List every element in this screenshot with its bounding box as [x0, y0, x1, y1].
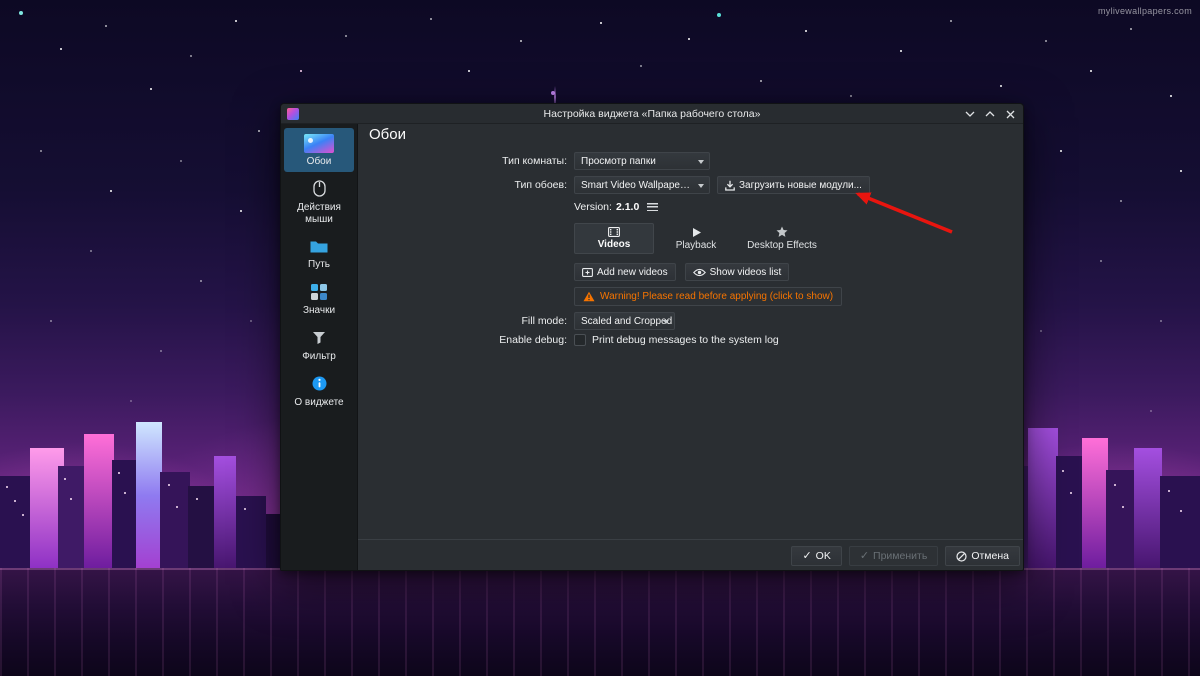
- version-value: 2.1.0: [615, 201, 640, 213]
- wallpaper-type-select[interactable]: Smart Video Wallpaper Reborn: [574, 176, 710, 194]
- play-icon: [692, 227, 701, 237]
- maximize-icon[interactable]: [983, 107, 997, 121]
- check-icon: ✓: [859, 549, 870, 562]
- apply-button[interactable]: ✓ Применить: [848, 546, 939, 566]
- page-title: Обои: [369, 126, 406, 143]
- minimize-icon[interactable]: [963, 107, 977, 121]
- chevron-down-icon: [698, 160, 704, 164]
- annotation-arrow: [855, 192, 953, 234]
- ok-button[interactable]: ✓ OK: [791, 546, 842, 566]
- tab-videos[interactable]: Videos: [574, 223, 654, 254]
- footer-separator: [358, 539, 1023, 540]
- fill-mode-label: Fill mode:: [521, 315, 567, 327]
- titlebar[interactable]: Настройка виджета «Папка рабочего стола»: [281, 104, 1023, 124]
- add-video-icon: [582, 267, 593, 277]
- cancel-button[interactable]: Отмена: [945, 546, 1020, 566]
- hamburger-menu-icon[interactable]: [647, 203, 659, 211]
- warning-text: Warning! Please read before applying (cl…: [600, 291, 834, 302]
- wallpaper-stars: [0, 0, 2, 2]
- sidebar-item-label: Фильтр: [302, 350, 336, 362]
- settings-dialog: Настройка виджета «Папка рабочего стола»…: [280, 103, 1024, 571]
- room-type-label: Тип комнаты:: [502, 155, 567, 167]
- chevron-down-icon: [663, 320, 669, 324]
- version-label: Version:: [574, 201, 612, 213]
- debug-checkbox-label: Print debug messages to the system log: [592, 334, 779, 346]
- window-title: Настройка виджета «Папка рабочего стола»: [543, 107, 761, 120]
- star-icon: [776, 226, 788, 237]
- sidebar-item-label: О виджете: [294, 396, 344, 408]
- sidebar-item-label: Действия мыши: [297, 201, 341, 225]
- check-icon: ✓: [802, 549, 812, 562]
- tab-desktop-effects[interactable]: Desktop Effects: [738, 223, 826, 254]
- apply-label: Применить: [873, 550, 928, 562]
- download-icon: [725, 180, 735, 191]
- wallpaper-type-value: Smart Video Wallpaper Reborn: [581, 179, 693, 191]
- close-icon[interactable]: [1003, 107, 1017, 121]
- info-icon: [312, 374, 327, 394]
- sidebar-item-label: Путь: [308, 259, 330, 271]
- ok-label: OK: [815, 550, 831, 562]
- footer-buttons: ✓ OK ✓ Применить Отмена: [791, 546, 1020, 566]
- add-new-videos-label: Add new videos: [597, 266, 668, 278]
- show-videos-list-label: Show videos list: [709, 266, 782, 278]
- enable-debug-label: Enable debug:: [499, 334, 567, 346]
- desktop: mylivewallpapers.com Настройка виджета «…: [0, 0, 1200, 676]
- sidebar-item-path[interactable]: Путь: [284, 231, 354, 275]
- show-videos-list-button[interactable]: Show videos list: [684, 263, 790, 281]
- chevron-down-icon: [698, 184, 704, 188]
- tab-label: Playback: [675, 239, 717, 251]
- watermark: mylivewallpapers.com: [1097, 6, 1192, 16]
- water-reflection: [0, 568, 1200, 676]
- room-type-value: Просмотр папки: [581, 155, 656, 167]
- wallpaper-icon: [304, 133, 334, 153]
- video-icon: [608, 227, 620, 237]
- tab-label: Desktop Effects: [747, 240, 817, 251]
- sidebar-item-about[interactable]: О виджете: [284, 369, 354, 413]
- icons-grid-icon: [311, 282, 327, 302]
- room-type-select[interactable]: Просмотр папки: [574, 152, 710, 170]
- warning-icon: [583, 291, 595, 302]
- cancel-label: Отмена: [971, 550, 1009, 562]
- tab-playback[interactable]: Playback: [654, 223, 738, 254]
- window-icon: [287, 108, 299, 120]
- cancel-icon: [956, 550, 967, 562]
- wallpaper-type-label: Тип обоев:: [514, 179, 567, 191]
- eye-icon: [692, 268, 706, 276]
- warning-banner[interactable]: Warning! Please read before applying (cl…: [574, 287, 843, 306]
- debug-checkbox[interactable]: [574, 334, 586, 346]
- fill-mode-select[interactable]: Scaled and Cropped: [574, 312, 675, 330]
- folder-icon: [310, 236, 328, 256]
- tab-label: Videos: [597, 239, 631, 250]
- fill-mode-value: Scaled and Cropped: [581, 315, 673, 327]
- add-new-videos-button[interactable]: Add new videos: [574, 263, 676, 281]
